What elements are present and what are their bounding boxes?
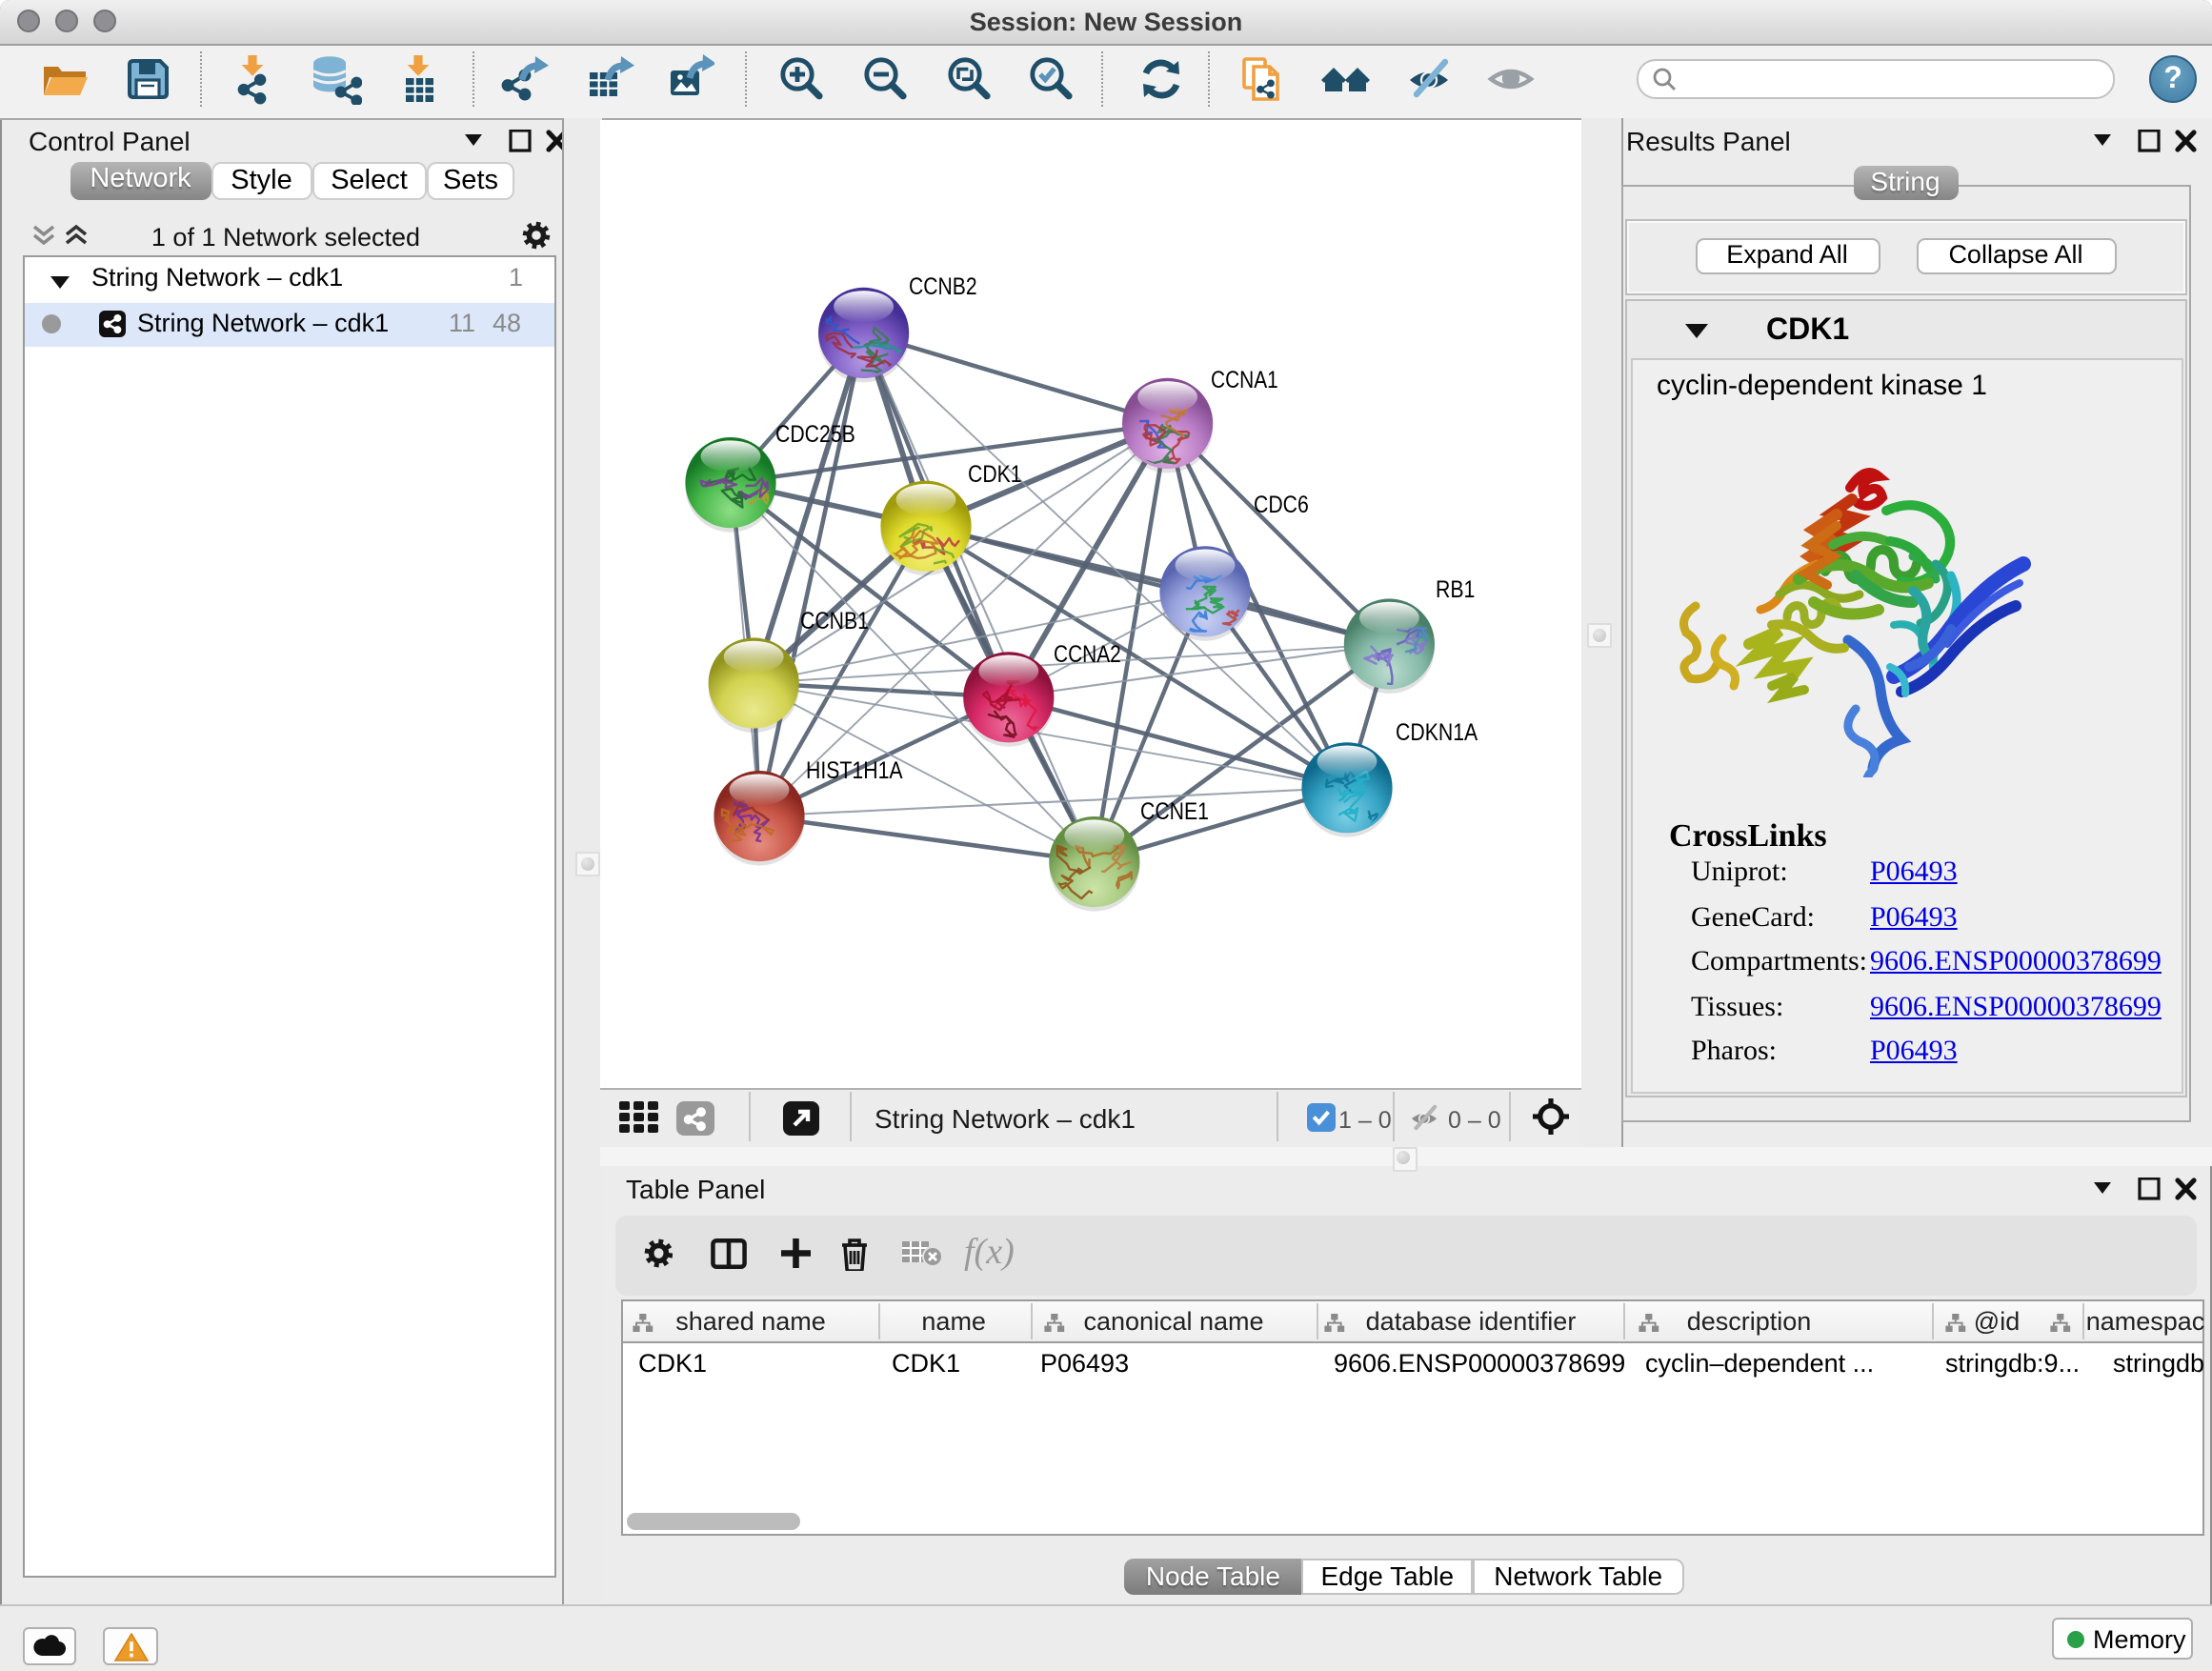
svg-text:CCNA2: CCNA2 xyxy=(1053,640,1120,667)
svg-text:CCNE1: CCNE1 xyxy=(1139,797,1208,824)
svg-text:CDK1: CDK1 xyxy=(967,460,1021,487)
svg-text:CDC6: CDC6 xyxy=(1253,491,1308,517)
svg-text:HIST1H1A: HIST1H1A xyxy=(805,756,902,783)
svg-text:CDC25B: CDC25B xyxy=(774,420,855,447)
svg-text:CCNB1: CCNB1 xyxy=(799,607,868,634)
svg-text:CDKN1A: CDKN1A xyxy=(1395,718,1477,745)
svg-text:RB1: RB1 xyxy=(1435,575,1474,602)
svg-text:CCNB2: CCNB2 xyxy=(908,272,976,299)
svg-text:CCNA1: CCNA1 xyxy=(1210,366,1277,393)
